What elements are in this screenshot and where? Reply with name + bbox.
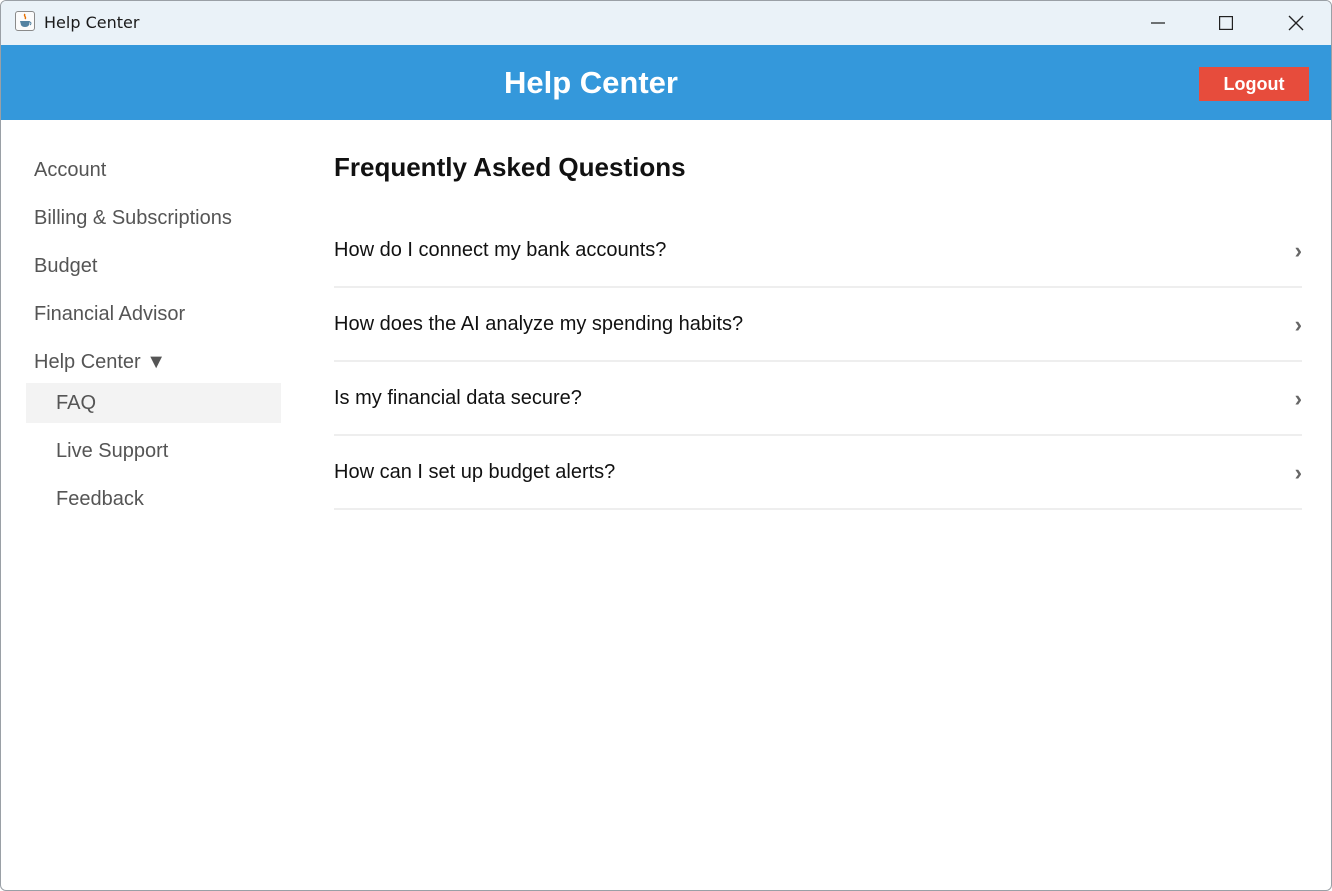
faq-list: How do I connect my bank accounts? › How… <box>334 214 1302 510</box>
close-icon <box>1288 15 1304 31</box>
chevron-right-icon: › <box>1294 312 1302 337</box>
sidebar-subitem-feedback[interactable]: Feedback <box>26 479 281 519</box>
sidebar-subitem-live-support[interactable]: Live Support <box>26 431 281 471</box>
chevron-right-icon: › <box>1294 460 1302 485</box>
faq-question: How can I set up budget alerts? <box>334 461 616 483</box>
faq-question: Is my financial data secure? <box>334 387 582 409</box>
minimize-icon <box>1151 22 1165 24</box>
sidebar-item-billing[interactable]: Billing & Subscriptions <box>34 207 232 230</box>
app-window: Help Center Help Center Logout Account B… <box>0 0 1332 891</box>
faq-item[interactable]: Is my financial data secure? › <box>334 362 1302 436</box>
java-cup-icon <box>15 11 35 31</box>
maximize-icon <box>1219 16 1233 30</box>
app-header: Help Center Logout <box>1 45 1331 120</box>
minimize-button[interactable] <box>1123 1 1193 45</box>
faq-heading: Frequently Asked Questions <box>334 152 686 182</box>
logout-button[interactable]: Logout <box>1199 67 1309 101</box>
main-content: Frequently Asked Questions How do I conn… <box>334 120 1302 890</box>
faq-item[interactable]: How do I connect my bank accounts? › <box>334 214 1302 288</box>
sidebar-subitem-faq[interactable]: FAQ <box>26 383 281 423</box>
faq-item[interactable]: How does the AI analyze my spending habi… <box>334 288 1302 362</box>
page-title: Help Center <box>504 65 678 100</box>
maximize-button[interactable] <box>1191 1 1261 45</box>
faq-question: How does the AI analyze my spending habi… <box>334 313 744 335</box>
sidebar-item-budget[interactable]: Budget <box>34 255 97 278</box>
window-title: Help Center <box>44 13 140 32</box>
title-bar[interactable]: Help Center <box>1 1 1331 45</box>
close-button[interactable] <box>1261 1 1331 45</box>
sidebar: Account Billing & Subscriptions Budget F… <box>1 120 301 890</box>
faq-question: How do I connect my bank accounts? <box>334 239 667 261</box>
sidebar-item-help-center[interactable]: Help Center ▼ <box>34 351 166 374</box>
sidebar-item-financial-advisor[interactable]: Financial Advisor <box>34 303 185 326</box>
sidebar-item-account[interactable]: Account <box>34 159 106 182</box>
chevron-right-icon: › <box>1294 386 1302 411</box>
chevron-right-icon: › <box>1294 238 1302 263</box>
faq-item[interactable]: How can I set up budget alerts? › <box>334 436 1302 510</box>
